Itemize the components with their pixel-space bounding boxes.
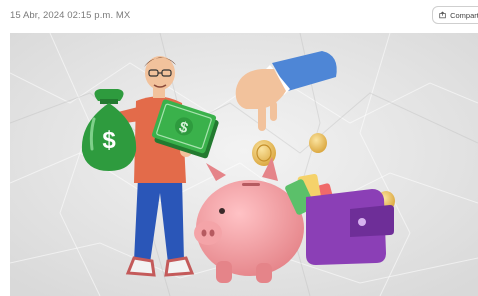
hero-image: $ $ bbox=[10, 33, 478, 296]
article-timestamp: 15 Abr, 2024 02:15 p.m. MX bbox=[10, 10, 131, 21]
share-icon bbox=[439, 11, 446, 19]
savings-illustration: $ $ bbox=[10, 33, 478, 296]
share-button-label: Compartir bbox=[450, 10, 478, 20]
svg-text:$: $ bbox=[102, 127, 116, 154]
article-meta-row: 15 Abr, 2024 02:15 p.m. MX Compartir bbox=[0, 0, 478, 32]
coin-icon bbox=[309, 133, 327, 153]
share-button[interactable]: Compartir bbox=[432, 6, 478, 24]
